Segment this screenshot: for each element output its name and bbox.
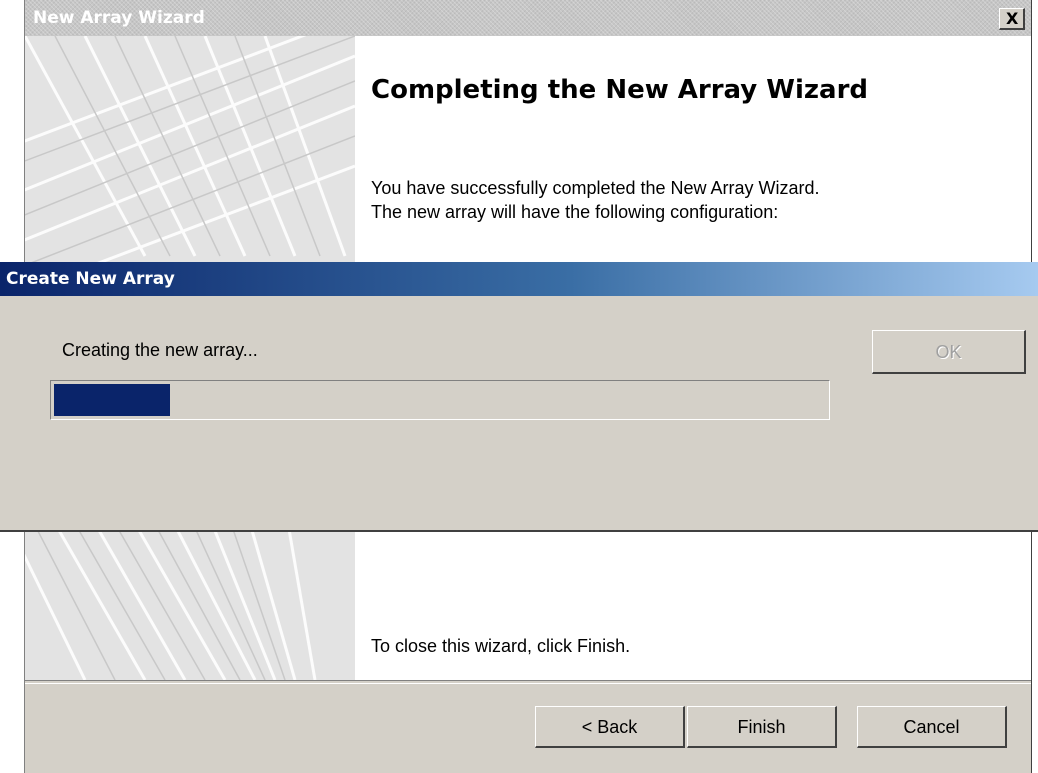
intro-line-2: The new array will have the following co… <box>371 202 779 222</box>
cancel-button[interactable]: Cancel <box>857 706 1007 748</box>
finish-button[interactable]: Finish <box>687 706 837 748</box>
dialog-title-bar[interactable]: Create New Array <box>0 262 1038 296</box>
wizard-title: New Array Wizard <box>33 8 205 28</box>
close-icon: X <box>1006 9 1019 28</box>
back-button[interactable]: < Back <box>535 706 685 748</box>
wizard-title-bar[interactable]: New Array Wizard X <box>25 0 1031 36</box>
progress-status-text: Creating the new array... <box>62 340 258 360</box>
button-separator <box>25 680 1031 684</box>
page-title: Completing the New Array Wizard <box>371 75 869 105</box>
closing-instruction: To close this wizard, click Finish. <box>371 636 631 656</box>
close-button[interactable]: X <box>999 8 1025 30</box>
ok-button[interactable]: OK <box>872 330 1026 374</box>
progress-bar <box>50 380 830 420</box>
intro-line-1: You have successfully completed the New … <box>371 178 820 198</box>
dialog-title: Create New Array <box>6 269 175 289</box>
intro-text: You have successfully completed the New … <box>371 176 991 224</box>
create-new-array-dialog: Create New Array Creating the new array.… <box>0 262 1038 532</box>
progress-bar-fill <box>54 384 170 416</box>
